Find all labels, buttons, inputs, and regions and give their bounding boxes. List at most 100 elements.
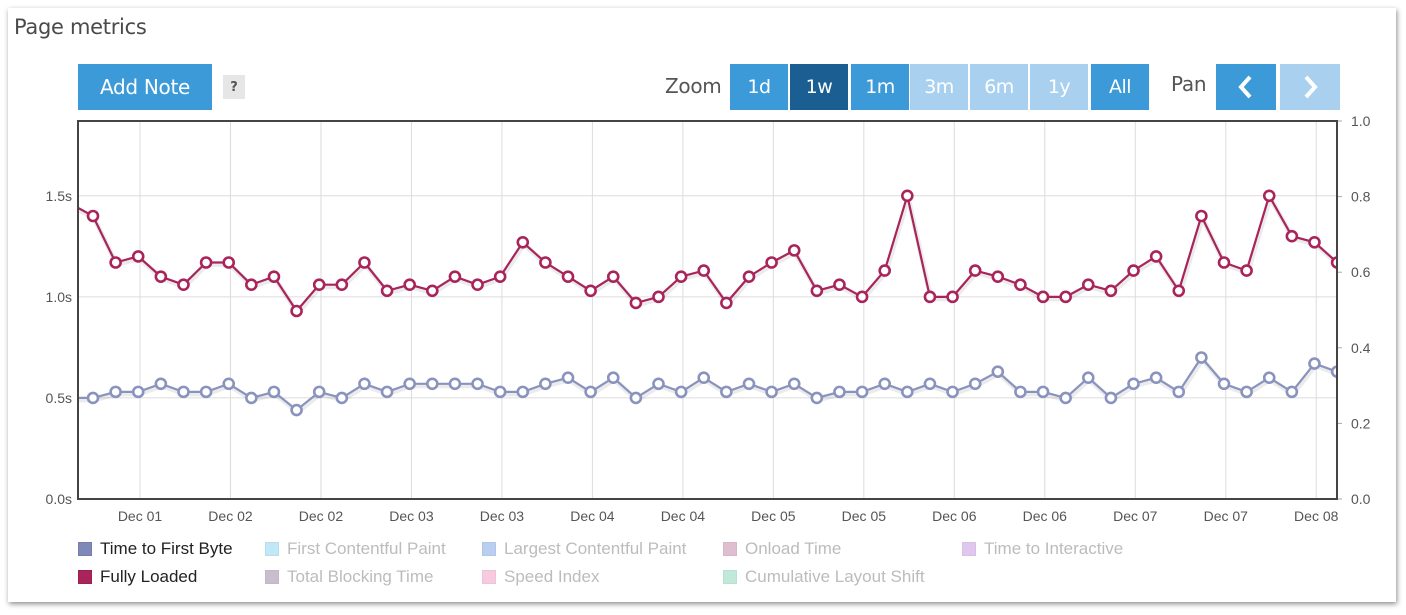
data-point: [606, 371, 620, 385]
legend-item-cumulative-layout-shift[interactable]: Cumulative Layout Shift: [723, 567, 925, 587]
data-point: [358, 377, 371, 391]
data-point: [86, 391, 100, 405]
legend-label: Onload Time: [745, 539, 842, 558]
data-point: [901, 189, 914, 203]
data-point: [380, 385, 394, 399]
data-point: [493, 385, 507, 399]
plot-frame: [77, 120, 1338, 500]
legend-swatch: [482, 542, 496, 556]
legend-label: First Contentful Paint: [287, 539, 446, 558]
data-point: [539, 377, 552, 391]
legend-label: Time to Interactive: [984, 539, 1124, 558]
data-point: [109, 256, 122, 269]
legend-swatch: [265, 542, 279, 556]
data-point: [335, 278, 349, 292]
data-point: [855, 290, 869, 304]
data-point: [1036, 290, 1050, 304]
data-point: [245, 278, 258, 292]
data-point: [131, 250, 145, 263]
data-point: [1195, 351, 1208, 364]
legend-item-largest-contentful-paint[interactable]: Largest Contentful Paint: [482, 539, 686, 559]
y-left-tick-label: 1.5s: [46, 188, 72, 204]
data-point: [810, 284, 824, 298]
legend-label: Largest Contentful Paint: [504, 539, 687, 558]
data-point: [1285, 229, 1299, 243]
data-point: [855, 385, 869, 399]
data-point: [177, 278, 190, 292]
series-line: [78, 191, 1337, 313]
data-point: [1217, 256, 1231, 269]
legend-item-speed-index[interactable]: Speed Index: [482, 567, 599, 587]
legend-swatch: [723, 542, 737, 556]
data-point: [606, 270, 620, 283]
page-metrics-chart: 0.0s 0.5s 1.0s 1.5s 0.0 0.2 0.4 0.6 0.8 1.0 Dec …: [46, 113, 1371, 524]
data-point: [1308, 357, 1321, 370]
data-point: [1172, 385, 1186, 399]
data-point: [901, 385, 914, 399]
x-tick-label: Dec 07: [1204, 508, 1249, 524]
x-tick-label: Dec 07: [1113, 508, 1158, 524]
data-point: [1104, 391, 1118, 405]
data-point: [1308, 235, 1321, 249]
data-point: [674, 270, 688, 283]
legend-swatch: [962, 542, 976, 556]
data-point: [267, 385, 281, 399]
data-point: [131, 385, 145, 399]
data-point: [290, 304, 303, 318]
legend-swatch: [482, 570, 496, 584]
data-point: [991, 270, 1005, 283]
data-point: [425, 284, 439, 298]
y-right-tick-label: 0.8: [1351, 189, 1371, 205]
x-tick-label: Dec 05: [751, 508, 796, 524]
legend-item-time-to-interactive[interactable]: Time to Interactive: [962, 539, 1123, 559]
legend-item-time-to-first-byte[interactable]: Time to First Byte: [78, 539, 233, 559]
data-point: [448, 270, 462, 283]
legend-swatch: [723, 570, 737, 584]
data-point: [539, 256, 552, 269]
data-point: [720, 385, 733, 399]
x-tick-label: Dec 08: [1294, 508, 1339, 524]
data-point: [1240, 264, 1253, 277]
data-point: [629, 391, 643, 405]
data-point: [968, 377, 982, 391]
x-tick-label: Dec 04: [570, 508, 615, 524]
data-point: [810, 391, 824, 405]
data-point: [923, 377, 937, 391]
legend-item-total-blocking-time[interactable]: Total Blocking Time: [265, 567, 433, 587]
data-point: [403, 278, 416, 292]
x-tick-label: Dec 01: [118, 508, 163, 524]
data-point: [652, 290, 665, 304]
y-right-tick-label: 1.0: [1351, 113, 1371, 129]
y-left-tick-label: 0.5s: [46, 390, 72, 406]
data-point: [222, 256, 236, 269]
data-point: [493, 270, 507, 283]
data-point: [222, 377, 236, 391]
data-point: [177, 385, 190, 399]
data-point: [1149, 371, 1163, 385]
y-right-tick-label: 0.4: [1351, 340, 1371, 356]
x-tick-label: Dec 05: [842, 508, 887, 524]
data-point: [1104, 284, 1118, 298]
legend-item-fully-loaded[interactable]: Fully Loaded: [78, 567, 197, 587]
data-point: [561, 270, 575, 283]
data-point: [833, 385, 846, 399]
data-point: [1149, 250, 1163, 263]
legend-item-onload-time[interactable]: Onload Time: [723, 539, 841, 559]
data-point: [516, 385, 530, 399]
data-point: [154, 377, 168, 391]
data-point: [946, 385, 959, 399]
x-tick-label: Dec 06: [932, 508, 977, 524]
x-tick-label: Dec 06: [1023, 508, 1068, 524]
data-point: [448, 377, 462, 391]
data-point: [1262, 189, 1276, 203]
grid-lines: [78, 121, 1337, 500]
data-point: [991, 365, 1005, 378]
data-point: [742, 377, 756, 391]
series-line-shadow: [78, 187, 1337, 318]
legend-item-first-contentful-paint[interactable]: First Contentful Paint: [265, 539, 446, 559]
data-point: [471, 377, 484, 391]
data-point: [1127, 264, 1140, 277]
data-point: [199, 385, 213, 399]
data-point: [584, 385, 597, 399]
data-point: [1262, 371, 1276, 385]
